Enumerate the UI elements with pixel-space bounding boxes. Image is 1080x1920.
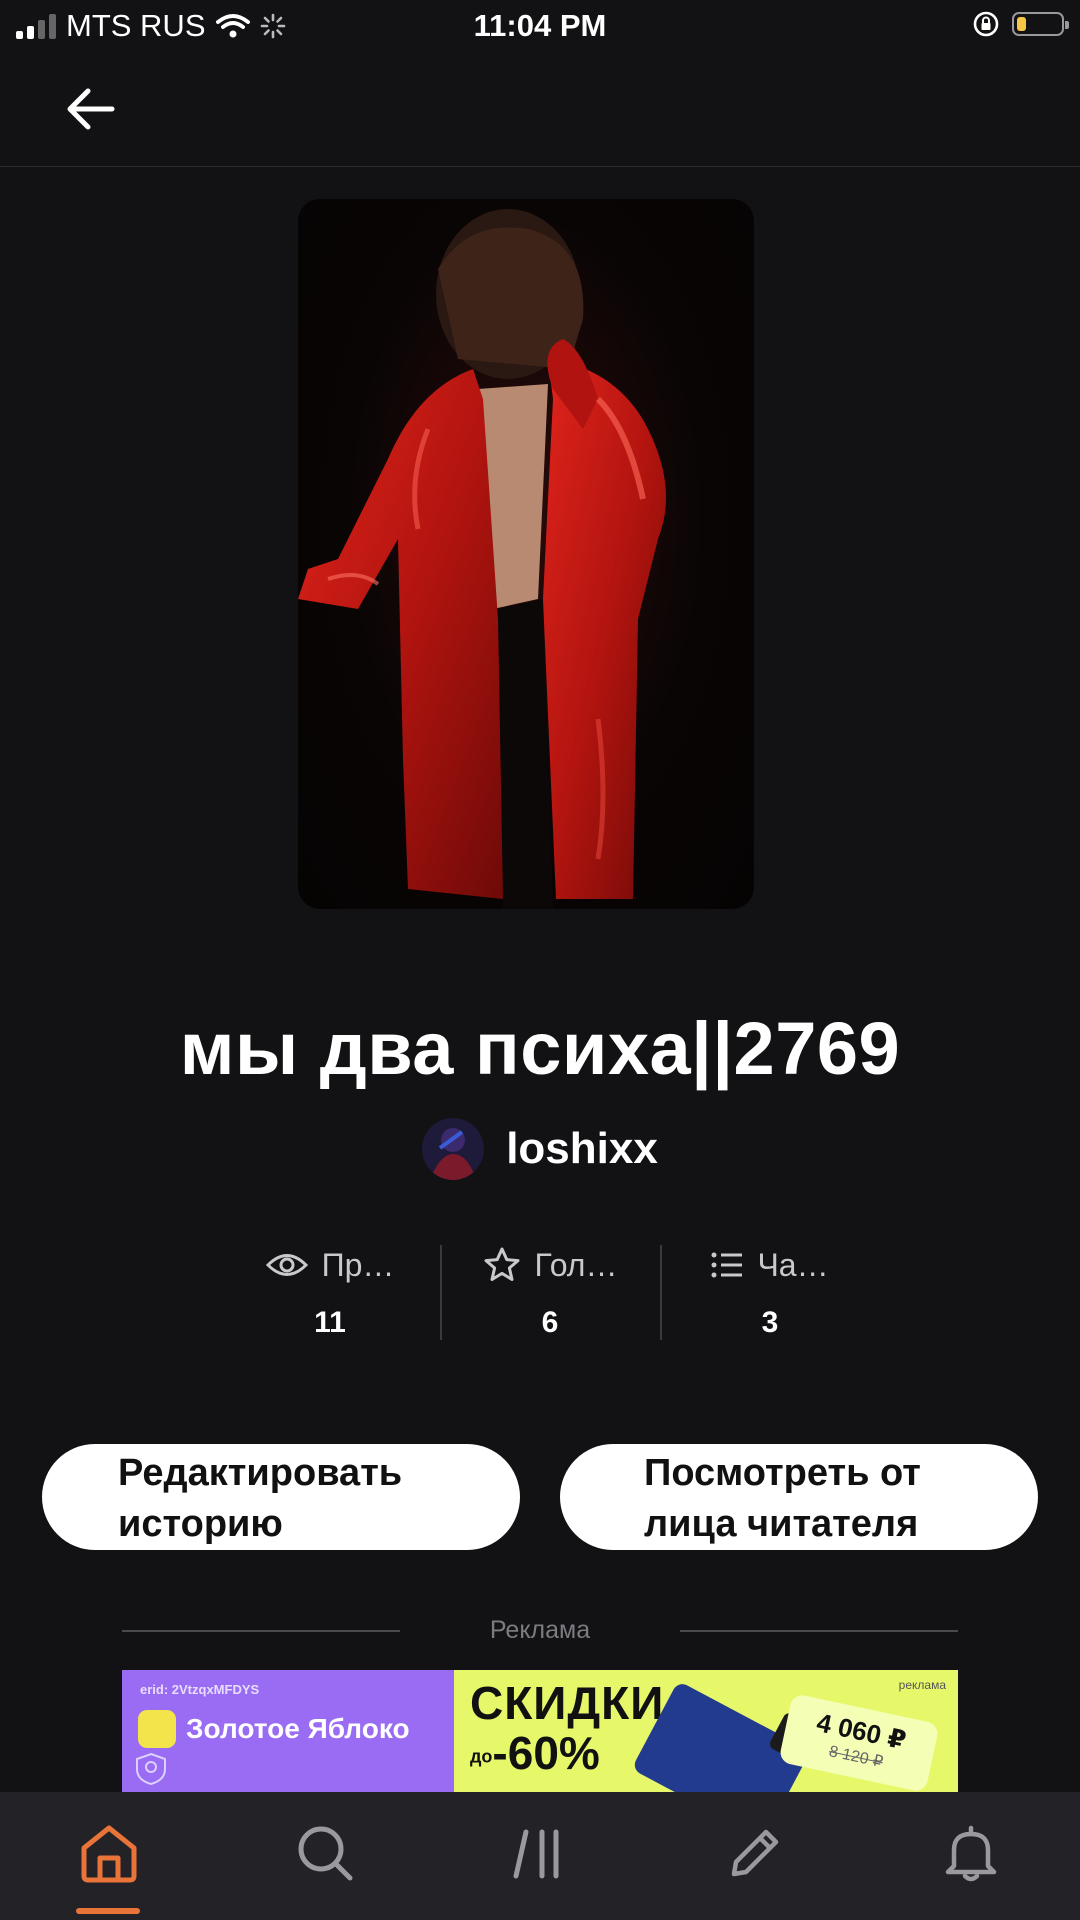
back-arrow-icon[interactable] [60,82,120,136]
author-name[interactable]: loshixx [506,1124,658,1174]
stat-votes: Гол… 6 [440,1240,660,1345]
battery-icon [1012,12,1069,36]
write-icon[interactable] [722,1820,788,1886]
ad-label-row: Реклама [122,1616,958,1646]
home-icon[interactable] [76,1820,142,1886]
active-tab-indicator [76,1908,140,1914]
library-icon[interactable] [508,1820,574,1886]
stat-votes-value: 6 [541,1306,559,1339]
ad-price-tag: 4 060 ₽ 8 120 ₽ [778,1693,940,1792]
ad-discount-value: -60% [492,1727,600,1779]
stat-parts: Ча… 3 [660,1240,880,1345]
shield-icon [136,1752,166,1786]
list-icon [711,1252,743,1278]
edit-story-button[interactable]: Редактировать историю [42,1444,520,1550]
author-avatar[interactable] [422,1118,485,1180]
status-time: 11:04 PM [473,8,607,43]
ad-divider-right [680,1630,958,1632]
rotation-lock-icon [973,11,999,37]
bottom-tab-bar [0,1792,1080,1920]
edit-story-label: Редактировать историю [118,1452,403,1545]
stat-parts-label: Ча… [757,1246,829,1283]
status-bar: MTS RUS 11:04 PM [0,0,1080,54]
eye-icon [265,1254,308,1276]
bell-icon[interactable] [938,1820,1004,1886]
star-icon [484,1247,520,1281]
stat-reads-label: Пр… [321,1246,395,1283]
ad-discount-prefix: до [470,1746,493,1767]
author-row[interactable]: loshixx [0,1118,1080,1180]
ad-discount: до-60% [470,1726,600,1780]
stat-reads-value: 11 [314,1306,346,1339]
stat-votes-label: Гол… [534,1246,618,1283]
story-cover-image[interactable] [298,199,754,909]
ad-banner[interactable]: erid: 2VtzqxMFDYS Золотое Яблоко СКИДКИ … [122,1670,958,1792]
ad-erid: erid: 2VtzqxMFDYS [140,1682,260,1697]
story-title: мы два психа||2769 [179,1007,901,1090]
view-as-reader-label: Посмотреть от лица читателя [644,1452,921,1545]
ad-brand-panel: erid: 2VtzqxMFDYS Золотое Яблоко [122,1670,454,1792]
ad-headline: СКИДКИ [470,1677,665,1729]
search-icon[interactable] [292,1820,358,1886]
ad-offer-panel: СКИДКИ до-60% реклама 4 060 ₽ 8 120 ₽ [454,1670,958,1792]
top-header [0,54,1080,167]
view-as-reader-button[interactable]: Посмотреть от лица читателя [560,1444,1038,1550]
ad-tag: реклама [898,1678,946,1692]
stat-reads: Пр… 11 [220,1240,440,1345]
brand-logo-icon [138,1710,176,1748]
stat-parts-value: 3 [761,1306,779,1339]
story-stats: Пр… 11 Гол… 6 Ча… 3 [220,1240,880,1345]
ad-brand-name: Золотое Яблоко [186,1713,410,1744]
